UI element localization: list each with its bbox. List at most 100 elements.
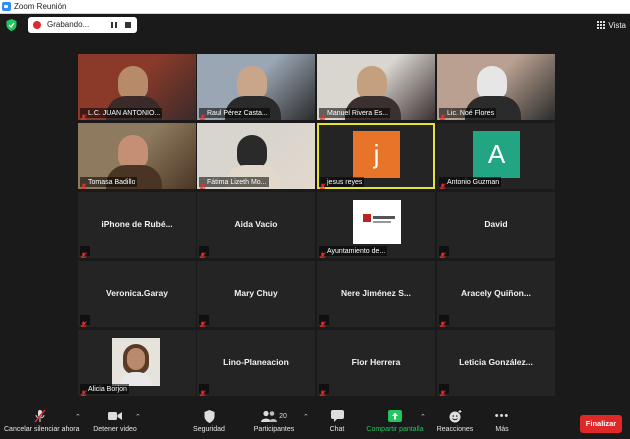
stop-video-button[interactable]: Detener video <box>90 409 140 434</box>
chat-bubble-icon <box>330 410 344 422</box>
share-options-chevron-icon[interactable]: ⌃ <box>420 413 426 421</box>
participant-display-name: iPhone de Rubé... <box>101 219 173 229</box>
participant-tile[interactable]: Aida Vacio <box>197 192 315 258</box>
audio-options-chevron-icon[interactable]: ⌃ <box>75 413 81 421</box>
participant-name: L.C. JUAN ANTONIO... <box>88 109 161 117</box>
participant-tile[interactable]: Flor Herrera <box>317 330 435 396</box>
participant-display-name: Aida Vacio <box>234 219 278 229</box>
muted-mic-icon <box>80 178 87 189</box>
participant-tile[interactable]: Ayuntamiento de... <box>317 192 435 258</box>
participant-tile[interactable]: Raul Pérez Casta... <box>197 54 315 120</box>
view-label: Vista <box>608 20 626 30</box>
window-title: Zoom Reunión <box>14 2 67 11</box>
recording-label: Grabando... <box>47 20 90 29</box>
avatar: A <box>473 131 520 178</box>
security-button[interactable]: Seguridad <box>186 409 232 434</box>
muted-mic-icon <box>80 247 87 258</box>
more-label: Más <box>495 426 509 433</box>
share-screen-label: Compartir pantalla <box>366 426 424 433</box>
participant-tile[interactable]: Alicia Borjon <box>78 330 196 396</box>
meeting-top-bar: Grabando... Vista <box>0 14 630 36</box>
participant-tile[interactable]: L.C. JUAN ANTONIO... <box>78 54 196 120</box>
participant-name-tag: Antonio Guzman <box>439 177 502 189</box>
participant-name-tag: jesus reyes <box>319 177 365 189</box>
muted-mic-icon <box>439 385 446 396</box>
participant-name: Tomasa Badillo <box>88 178 136 186</box>
muted-mic-icon <box>80 109 87 120</box>
participant-tile[interactable]: A Antonio Guzman <box>437 123 555 189</box>
participant-display-name: Veronica.Garay <box>106 288 168 298</box>
participant-tile[interactable]: Nere Jiménez S... <box>317 261 435 327</box>
end-meeting-button[interactable]: Finalizar <box>580 415 622 433</box>
participants-options-chevron-icon[interactable]: ⌃ <box>303 413 309 421</box>
security-label: Seguridad <box>193 426 225 433</box>
recording-dot-icon <box>33 21 41 29</box>
video-options-chevron-icon[interactable]: ⌃ <box>135 413 141 421</box>
participant-name-tag <box>199 384 209 396</box>
participants-icon <box>261 410 278 422</box>
muted-mic-icon <box>199 109 206 120</box>
shield-icon[interactable] <box>6 19 17 31</box>
participant-tile[interactable]: Veronica.Garay <box>78 261 196 327</box>
muted-mic-icon <box>319 247 326 258</box>
muted-mic-icon <box>199 178 206 189</box>
share-screen-icon <box>388 410 402 422</box>
unmute-button[interactable]: Cancelar silenciar ahora <box>4 409 79 434</box>
participants-count: 20 <box>279 412 287 420</box>
recording-indicator: Grabando... <box>28 17 137 33</box>
avatar: j <box>353 131 400 178</box>
muted-mic-icon <box>199 247 206 258</box>
participant-display-name: Lino-Planeacion <box>223 357 289 367</box>
view-button[interactable]: Vista <box>597 18 626 32</box>
participant-name: Manuel Rivera Es... <box>327 109 389 117</box>
organization-logo <box>353 200 401 244</box>
participant-tile[interactable]: Mary Chuy <box>197 261 315 327</box>
participant-name: Lic. Noé Flores <box>447 109 495 117</box>
muted-mic-icon <box>80 316 87 327</box>
muted-mic-icon <box>319 385 326 396</box>
participant-tile[interactable]: Aracely Quiñon... <box>437 261 555 327</box>
participant-tile[interactable]: Tomasa Badillo <box>78 123 196 189</box>
reactions-button[interactable]: Reacciones <box>434 409 476 434</box>
participant-name: Raul Pérez Casta... <box>207 109 268 117</box>
participants-button[interactable]: 20 Participantes <box>248 409 300 434</box>
participant-name-tag: L.C. JUAN ANTONIO... <box>80 108 163 120</box>
participant-name-tag <box>319 384 329 396</box>
participant-name: Antonio Guzman <box>447 178 500 186</box>
stop-recording-icon[interactable] <box>125 22 131 28</box>
participant-tile[interactable]: j jesus reyes <box>317 123 435 189</box>
chat-button[interactable]: Chat <box>322 409 352 434</box>
meeting-toolbar: Cancelar silenciar ahora ⌃ Detener video… <box>0 403 630 439</box>
participant-tile[interactable]: Fátima Lizeth Mo... <box>197 123 315 189</box>
participant-name-tag <box>319 315 329 327</box>
participant-tile[interactable]: David <box>437 192 555 258</box>
participant-name: Ayuntamiento de... <box>327 247 386 255</box>
participant-name-tag: Lic. Noé Flores <box>439 108 497 120</box>
participant-display-name: Nere Jiménez S... <box>341 288 411 298</box>
chat-label: Chat <box>329 426 345 433</box>
participant-tile[interactable]: Manuel Rivera Es... <box>317 54 435 120</box>
muted-mic-icon <box>439 109 446 120</box>
pause-recording-icon[interactable] <box>111 22 117 28</box>
participant-tile[interactable]: Leticia González... <box>437 330 555 396</box>
participant-name-tag: Manuel Rivera Es... <box>319 108 391 120</box>
video-camera-icon <box>108 412 122 420</box>
more-button[interactable]: ••• Más <box>488 409 516 434</box>
participant-tile[interactable]: Lic. Noé Flores <box>437 54 555 120</box>
participant-name-tag <box>439 315 449 327</box>
muted-mic-icon <box>199 385 206 396</box>
participant-name-tag <box>80 246 90 258</box>
zoom-app-icon <box>2 2 11 11</box>
participant-name-tag: Tomasa Badillo <box>80 177 138 189</box>
participant-name: jesus reyes <box>327 178 363 186</box>
participant-tile[interactable]: Lino-Planeacion <box>197 330 315 396</box>
participant-tile[interactable]: iPhone de Rubé... <box>78 192 196 258</box>
participant-name-tag <box>199 246 209 258</box>
muted-mic-icon <box>319 316 326 327</box>
grid-view-icon <box>597 21 606 29</box>
participant-name-tag: Raul Pérez Casta... <box>199 108 270 120</box>
participant-name-tag <box>439 246 449 258</box>
share-screen-button[interactable]: Compartir pantalla <box>362 409 428 434</box>
participants-label: Participantes <box>253 426 295 433</box>
microphone-muted-icon <box>34 409 46 423</box>
